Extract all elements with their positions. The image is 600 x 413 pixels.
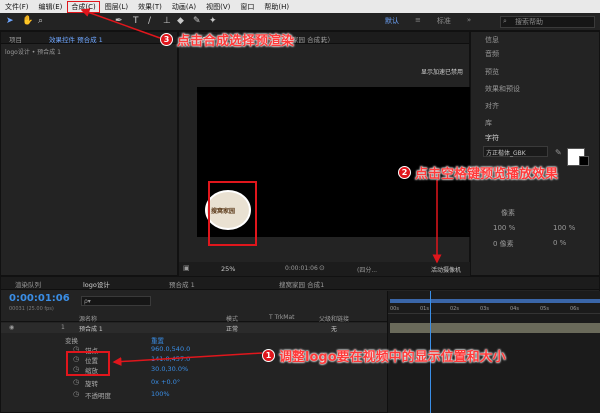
callout-1-text: 调整logo要在视频中的显示位置和大小 — [279, 350, 506, 365]
callout-1: 1 调整logo要在视频中的显示位置和大小 — [262, 346, 506, 365]
callout-2-text: 点击空格键预览播放效果 — [415, 167, 559, 182]
arrow-1 — [112, 352, 263, 367]
callout-2-number: 2 — [398, 166, 411, 179]
callout-3-text: 点击合成选择预渲染 — [177, 34, 295, 49]
callout-2: 2 点击空格键预览播放效果 — [398, 163, 558, 182]
callout-3-number: 3 — [160, 33, 173, 46]
callout-3: 3 点击合成选择预渲染 — [160, 30, 294, 49]
callout-1-number: 1 — [262, 349, 275, 362]
arrow-3 — [80, 8, 161, 39]
